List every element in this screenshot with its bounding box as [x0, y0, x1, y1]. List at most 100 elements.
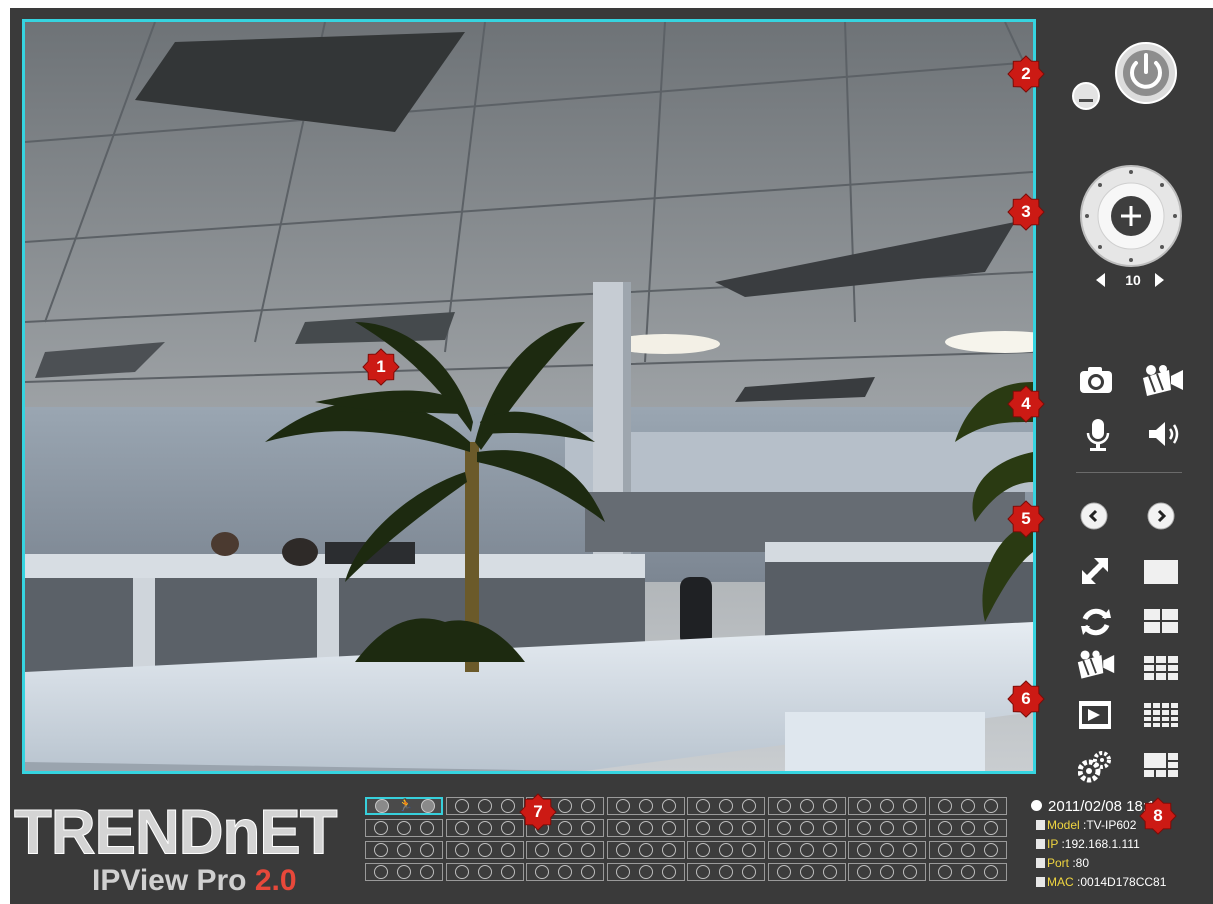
document-icon: [1036, 839, 1045, 849]
power-button[interactable]: [1114, 41, 1178, 105]
channel-status-indicator: [937, 799, 952, 813]
channel-status-indicator: [960, 843, 975, 857]
record-settings-button[interactable]: [1076, 649, 1116, 681]
channel-status-indicator: [799, 821, 814, 835]
snapshot-button[interactable]: [1079, 366, 1113, 394]
channel-cell[interactable]: [365, 863, 443, 881]
channel-cell[interactable]: [445, 863, 524, 881]
channel-cell[interactable]: [606, 863, 685, 881]
channel-cell[interactable]: [767, 797, 846, 815]
channel-status-indicator: [903, 865, 917, 879]
channel-status-indicator: [937, 865, 952, 879]
channel-status-indicator: [983, 821, 998, 835]
channel-status-indicator: [776, 865, 791, 879]
layout-4-button[interactable]: [1143, 608, 1179, 634]
channel-cell[interactable]: [928, 841, 1007, 859]
channel-status-indicator: [454, 865, 469, 879]
trendnet-logo: TRENDnET IPView Pro 2.0: [14, 797, 354, 902]
callout-marker-8: 8: [1139, 797, 1177, 835]
document-icon: [1036, 877, 1045, 887]
channel-cell[interactable]: [848, 819, 926, 837]
callout-number: 4: [1021, 394, 1031, 413]
channel-cell[interactable]: [928, 797, 1007, 815]
channel-status-indicator: [397, 865, 411, 879]
camera-icon: [1080, 367, 1112, 393]
fullscreen-button[interactable]: [1080, 556, 1110, 586]
channel-cell[interactable]: [445, 819, 524, 837]
port-label: Port: [1047, 856, 1070, 870]
channel-cell[interactable]: [526, 863, 604, 881]
channel-cell[interactable]: [848, 863, 926, 881]
channel-status-indicator: [857, 821, 871, 835]
channel-cell[interactable]: [445, 797, 524, 815]
callout-number: 1: [376, 357, 386, 376]
channel-cell[interactable]: [687, 819, 765, 837]
channel-status-indicator: [477, 799, 492, 813]
channel-cell[interactable]: [445, 841, 524, 859]
clock-icon: [1031, 800, 1042, 811]
ptz-joystick[interactable]: [1078, 165, 1184, 267]
channel-cell[interactable]: [365, 841, 443, 859]
chevron-right-icon: [1147, 502, 1175, 530]
next-camera-button[interactable]: [1147, 502, 1175, 530]
channel-status-indicator: [799, 865, 814, 879]
channel-status-indicator: [615, 799, 630, 813]
minimize-button[interactable]: [1071, 81, 1101, 111]
channel-cell[interactable]: [526, 841, 604, 859]
channel-status-indicator: [638, 799, 653, 813]
microphone-button[interactable]: [1086, 418, 1110, 452]
channel-status-indicator: [960, 799, 975, 813]
channel-status-indicator: [822, 865, 837, 879]
channel-cell[interactable]: [687, 863, 765, 881]
channel-status-indicator: [903, 799, 917, 813]
camera-feed-image: [25, 22, 1033, 771]
channel-status-indicator: [880, 865, 894, 879]
previous-camera-button[interactable]: [1080, 502, 1108, 530]
auto-cycle-button[interactable]: [1080, 606, 1112, 638]
channel-status-indicator: [983, 843, 998, 857]
speed-increase-button[interactable]: [1155, 273, 1164, 287]
channel-cell[interactable]: [848, 797, 926, 815]
panel-divider: [1076, 472, 1182, 473]
channel-cell[interactable]: [767, 841, 846, 859]
layout-9-button[interactable]: [1143, 655, 1179, 681]
channel-cell[interactable]: [606, 819, 685, 837]
channel-cell[interactable]: 🏃: [365, 797, 443, 815]
channel-status-indicator: [719, 821, 733, 835]
gears-icon: [1078, 751, 1111, 783]
channel-cell[interactable]: [365, 819, 443, 837]
channel-status-indicator: [960, 865, 975, 879]
channel-status-indicator: [983, 865, 998, 879]
playback-button[interactable]: [1078, 700, 1112, 730]
channel-cell[interactable]: [767, 863, 846, 881]
settings-button[interactable]: [1078, 751, 1112, 783]
channel-status-indicator: [742, 843, 756, 857]
channel-cell[interactable]: [606, 841, 685, 859]
channel-cell[interactable]: [606, 797, 685, 815]
speaker-button[interactable]: [1147, 420, 1183, 448]
ip-label: IP: [1047, 837, 1059, 851]
record-button[interactable]: [1141, 364, 1185, 398]
channel-cell[interactable]: [687, 841, 765, 859]
logo-text: TRENDnET: [14, 797, 339, 868]
channel-cell[interactable]: [848, 841, 926, 859]
channel-status-indicator: [454, 821, 469, 835]
channel-status-indicator: [500, 843, 515, 857]
fullscreen-icon: [1082, 558, 1108, 584]
layout-custom-button[interactable]: [1143, 752, 1179, 778]
channel-cell[interactable]: [928, 819, 1007, 837]
speed-decrease-button[interactable]: [1096, 273, 1105, 287]
callout-number: 2: [1021, 64, 1031, 83]
microphone-icon: [1086, 419, 1110, 451]
layout-16-button[interactable]: [1143, 702, 1179, 728]
layout-4-icon: [1144, 609, 1178, 633]
layout-1-button[interactable]: [1143, 559, 1179, 585]
channel-cell[interactable]: [928, 863, 1007, 881]
channel-grid: 🏃: [355, 797, 1007, 897]
live-video-view[interactable]: [22, 19, 1036, 774]
channel-status-indicator: [822, 821, 837, 835]
channel-status-indicator: [776, 799, 791, 813]
channel-cell[interactable]: [687, 797, 765, 815]
channel-cell[interactable]: [767, 819, 846, 837]
channel-status-indicator: [822, 843, 837, 857]
